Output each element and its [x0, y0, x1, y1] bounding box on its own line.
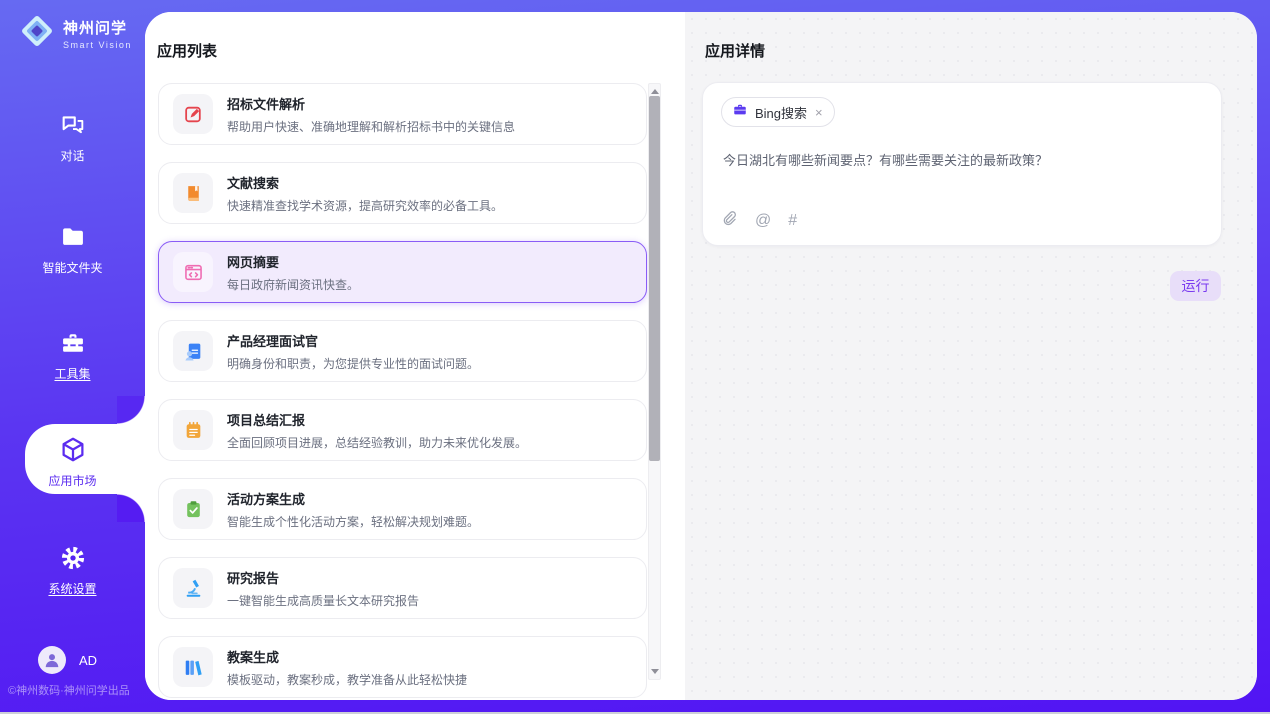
app-detail-panel: 应用详情 Bing搜索 × 今日湖北有哪些新闻要点？有哪些需要关注的最新政策？	[685, 12, 1257, 700]
logo-title: 神州问学	[63, 20, 127, 37]
notepad-icon	[173, 410, 213, 450]
app-card-name: 项目总结汇报	[227, 410, 527, 429]
mention-icon[interactable]: @	[755, 213, 771, 229]
app-card-lesson-plan[interactable]: 教案生成 模板驱动，教案秒成，教学准备从此轻松快捷	[158, 636, 647, 698]
run-button[interactable]: 运行	[1170, 271, 1221, 301]
app-card-desc: 智能生成个性化活动方案，轻松解决规划难题。	[227, 513, 479, 530]
sidebar: 神州问学 Smart Vision 对话 智能文件夹	[0, 0, 145, 714]
app-card-list: 招标文件解析 帮助用户快速、准确地理解和解析招标书中的关键信息 文献搜索 快速精…	[158, 83, 647, 700]
tool-chip-bing-search[interactable]: Bing搜索 ×	[721, 97, 835, 127]
content-shell: 应用列表 招标文件解析 帮助用户快速、准确地理解和解析招标书中的关键信息	[145, 12, 1257, 700]
user-account[interactable]: AD	[38, 646, 97, 674]
composer-card: Bing搜索 × 今日湖北有哪些新闻要点？有哪些需要关注的最新政策？ @ #	[702, 82, 1222, 246]
app-detail-title: 应用详情	[705, 40, 765, 61]
app-list-title: 应用列表	[157, 40, 217, 61]
user-icon	[42, 650, 62, 670]
app-card-name: 产品经理面试官	[227, 331, 479, 350]
logo-gem-icon	[18, 12, 56, 55]
app-card-name: 网页摘要	[227, 252, 359, 271]
sidebar-item-label: 对话	[0, 147, 145, 164]
browser-code-icon	[173, 252, 213, 292]
scroll-up-arrow-icon[interactable]	[651, 89, 659, 94]
attachment-icon[interactable]	[721, 210, 738, 232]
gear-icon	[0, 543, 145, 573]
hash-icon[interactable]: #	[788, 213, 797, 229]
app-card-desc: 一键智能生成高质量长文本研究报告	[227, 592, 419, 609]
sidebar-item-smart-folder[interactable]: 智能文件夹	[0, 222, 145, 276]
interviewer-icon	[173, 331, 213, 371]
app-card-name: 活动方案生成	[227, 489, 479, 508]
cube-icon	[0, 435, 145, 465]
app-card-name: 研究报告	[227, 568, 419, 587]
app-card-desc: 每日政府新闻资讯快查。	[227, 276, 359, 293]
avatar	[38, 646, 66, 674]
sidebar-item-app-market[interactable]: 应用市场	[0, 435, 145, 489]
app-list-panel: 应用列表 招标文件解析 帮助用户快速、准确地理解和解析招标书中的关键信息	[145, 12, 685, 700]
app-list-scrollbar[interactable]	[648, 83, 661, 680]
chat-icon	[0, 110, 145, 140]
sidebar-item-label: 系统设置	[0, 580, 145, 597]
book-icon	[173, 173, 213, 213]
tool-chip-label: Bing搜索	[755, 103, 807, 122]
edit-document-icon	[173, 94, 213, 134]
query-text[interactable]: 今日湖北有哪些新闻要点？有哪些需要关注的最新政策？	[723, 151, 1203, 171]
sidebar-item-label: 智能文件夹	[0, 259, 145, 276]
logo-text: 神州问学 Smart Vision	[63, 17, 132, 50]
sidebar-item-label: 应用市场	[0, 472, 145, 489]
sidebar-item-label: 工具集	[0, 365, 145, 382]
composer-toolbar: @ #	[721, 210, 797, 232]
app-card-bid-document-parse[interactable]: 招标文件解析 帮助用户快速、准确地理解和解析招标书中的关键信息	[158, 83, 647, 145]
app-card-web-summary[interactable]: 网页摘要 每日政府新闻资讯快查。	[158, 241, 647, 303]
logo-subtitle: Smart Vision	[63, 40, 132, 50]
app-card-name: 招标文件解析	[227, 94, 515, 113]
sidebar-item-chat[interactable]: 对话	[0, 110, 145, 164]
sidebar-item-toolset[interactable]: 工具集	[0, 328, 145, 382]
app-card-pm-interviewer[interactable]: 产品经理面试官 明确身份和职责，为您提供专业性的面试问题。	[158, 320, 647, 382]
app-card-event-plan[interactable]: 活动方案生成 智能生成个性化活动方案，轻松解决规划难题。	[158, 478, 647, 540]
app-card-desc: 明确身份和职责，为您提供专业性的面试问题。	[227, 355, 479, 372]
folder-icon	[0, 222, 145, 252]
close-icon[interactable]: ×	[814, 105, 824, 120]
toolbox-icon	[0, 328, 145, 358]
scroll-down-arrow-icon[interactable]	[651, 669, 659, 674]
app-card-project-summary[interactable]: 项目总结汇报 全面回顾项目进展，总结经验教训，助力未来优化发展。	[158, 399, 647, 461]
scrollbar-thumb[interactable]	[649, 96, 660, 461]
app-card-desc: 全面回顾项目进展，总结经验教训，助力未来优化发展。	[227, 434, 527, 451]
microscope-icon	[173, 568, 213, 608]
copyright-footer: ©神州数码·神州问学出品	[8, 682, 130, 698]
app-card-research-report[interactable]: 研究报告 一键智能生成高质量长文本研究报告	[158, 557, 647, 619]
books-icon	[173, 647, 213, 687]
sidebar-item-settings[interactable]: 系统设置	[0, 543, 145, 597]
app-card-desc: 帮助用户快速、准确地理解和解析招标书中的关键信息	[227, 118, 515, 135]
clipboard-check-icon	[173, 489, 213, 529]
app-card-literature-search[interactable]: 文献搜索 快速精准查找学术资源，提高研究效率的必备工具。	[158, 162, 647, 224]
app-card-name: 文献搜索	[227, 173, 503, 192]
app-card-desc: 模板驱动，教案秒成，教学准备从此轻松快捷	[227, 671, 467, 688]
app-card-desc: 快速精准查找学术资源，提高研究效率的必备工具。	[227, 197, 503, 214]
app-window: { "app": { "logo_title": "神州问学", "logo_s…	[0, 0, 1270, 714]
app-card-name: 教案生成	[227, 647, 467, 666]
briefcase-icon	[732, 102, 748, 123]
app-logo: 神州问学 Smart Vision	[18, 12, 132, 55]
user-name: AD	[79, 653, 97, 668]
